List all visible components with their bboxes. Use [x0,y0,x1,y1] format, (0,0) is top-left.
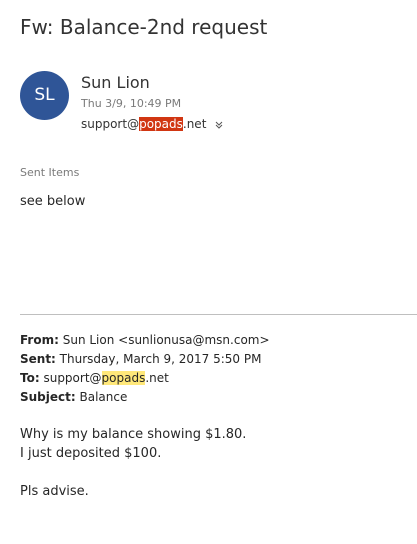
chevron-down-icon[interactable] [214,119,224,129]
message-line: I just deposited $100. [20,446,162,461]
forward-divider [20,314,417,315]
avatar[interactable]: SL [20,71,69,120]
forwarded-header: From: Sun Lion <sunlionusa@msn.com> Sent… [20,331,270,407]
forwarded-to-highlight: popads [101,371,146,385]
recipient-prefix: support@ [81,117,140,131]
forwarded-subject-value: Balance [75,390,128,404]
forwarded-sent-value: Thursday, March 9, 2017 5:50 PM [55,352,262,366]
forwarded-sent-label: Sent: [20,352,56,366]
forwarded-from-label: From: [20,333,59,347]
forwarded-from-row: From: Sun Lion <sunlionusa@msn.com> [20,331,270,350]
forwarded-to-label: To: [20,371,40,385]
forwarded-to-row: To: support@popads.net [20,369,270,388]
sender-name[interactable]: Sun Lion [81,73,150,92]
message-line: Why is my balance showing $1.80. [20,427,247,442]
recipient-suffix: .net [182,117,207,131]
email-subject: Fw: Balance-2nd request [20,15,268,39]
forwarded-subject-row: Subject: Balance [20,388,270,407]
forwarded-to-suffix: .net [145,371,169,385]
forwarded-to-prefix: support@ [39,371,102,385]
recipient-highlight: popads [139,117,183,131]
message-line: Pls advise. [20,484,89,499]
forwarded-message-body: Why is my balance showing $1.80. I just … [20,425,246,501]
body-intro-text: see below [20,194,86,209]
recipient-line[interactable]: support@ popads .net [81,117,224,131]
folder-label: Sent Items [20,166,80,179]
forwarded-sent-row: Sent: Thursday, March 9, 2017 5:50 PM [20,350,270,369]
forwarded-from-value: Sun Lion <sunlionusa@msn.com> [58,333,270,347]
sent-date: Thu 3/9, 10:49 PM [81,97,182,110]
forwarded-subject-label: Subject: [20,390,76,404]
